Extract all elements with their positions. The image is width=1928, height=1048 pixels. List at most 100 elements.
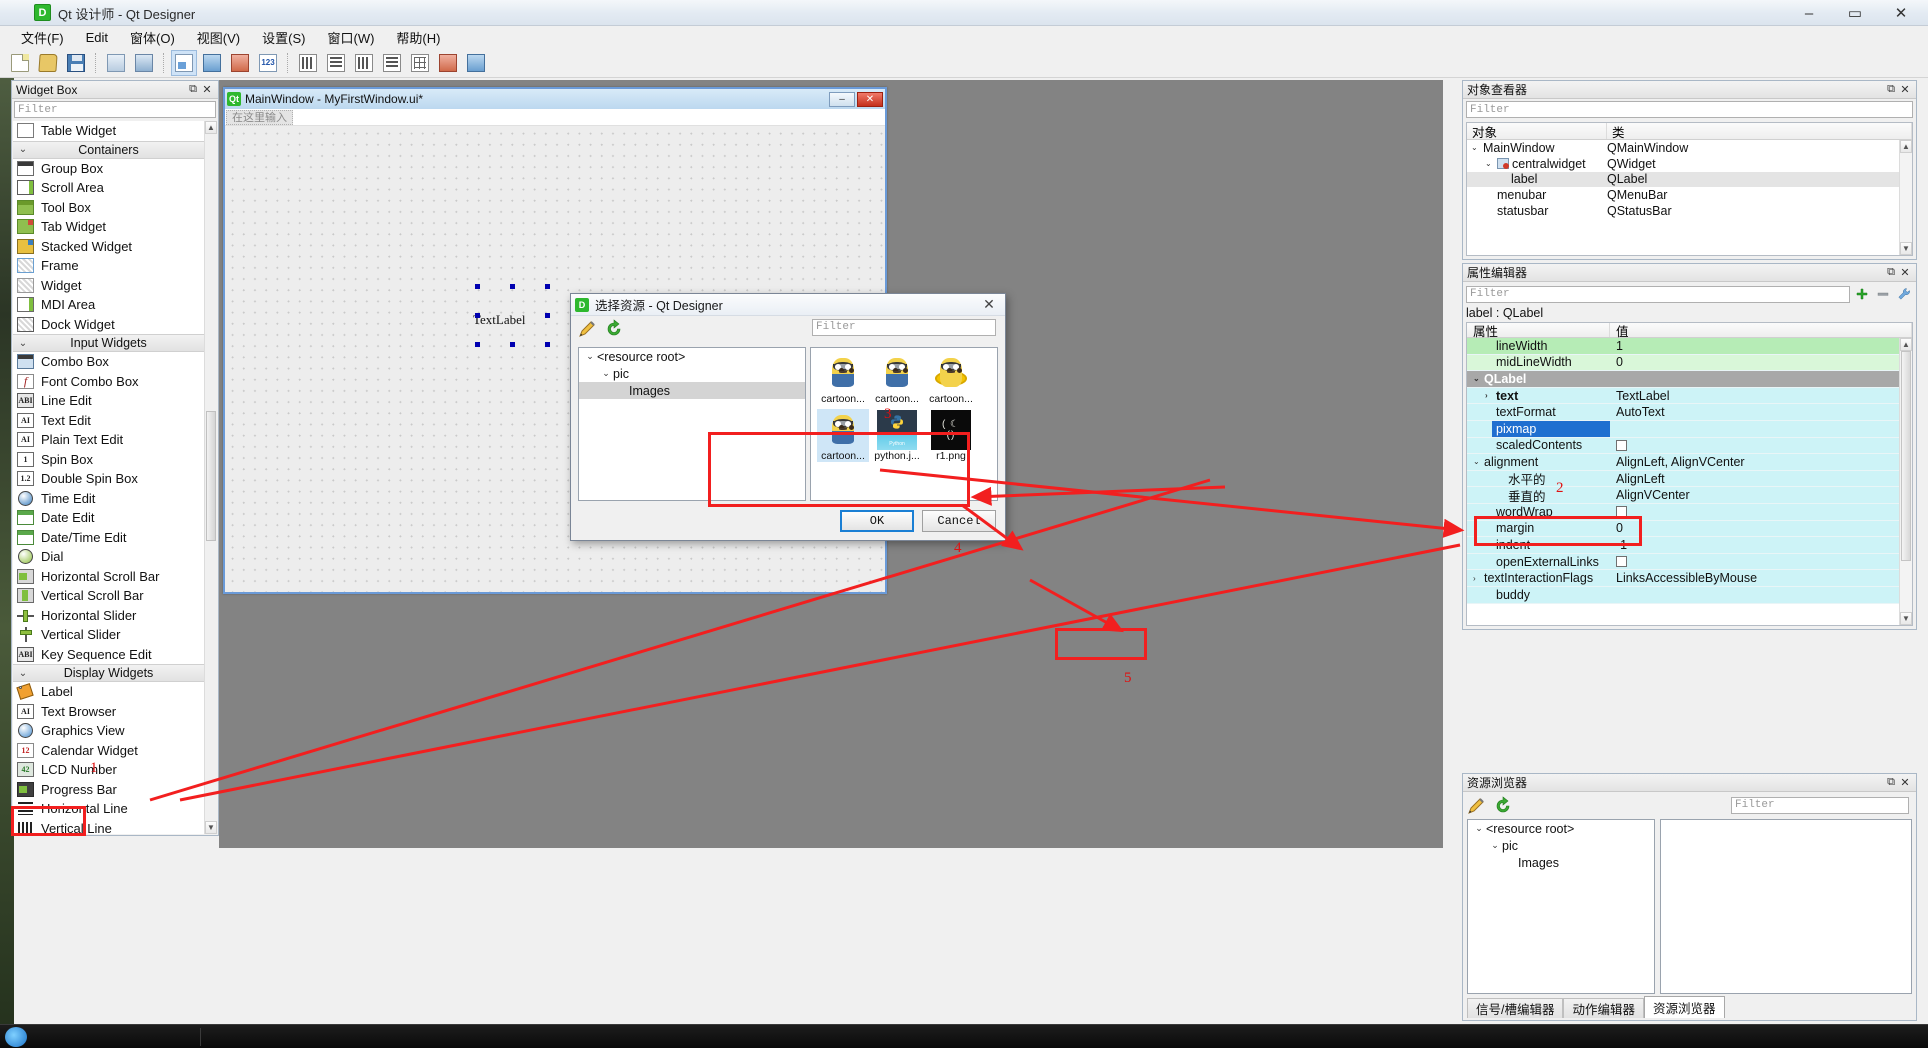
resize-handle-br[interactable] xyxy=(545,342,550,347)
widget-box-item-calendar-widget[interactable]: 12Calendar Widget xyxy=(13,741,204,761)
resource-thumbnail-grid[interactable]: cartoon...cartoon...cartoon...cartoon...… xyxy=(810,347,998,501)
menu-item-6[interactable]: 帮助(H) xyxy=(385,26,451,49)
open-form-button[interactable] xyxy=(35,50,61,76)
property-value[interactable]: 0 xyxy=(1610,355,1912,369)
chevron-icon[interactable]: ⌄ xyxy=(1473,457,1484,466)
resize-handle-bl[interactable] xyxy=(475,342,480,347)
resource-browser-float-button[interactable]: ⧉ xyxy=(1884,776,1898,790)
widget-box-item-horizontal-slider[interactable]: Horizontal Slider xyxy=(13,606,204,626)
maximize-button[interactable]: ▭ xyxy=(1832,1,1878,25)
start-button-icon[interactable] xyxy=(5,1027,27,1047)
resource-thumbnail-1[interactable]: cartoon... xyxy=(871,352,923,405)
redo-button[interactable] xyxy=(131,50,157,76)
scroll-down-icon[interactable]: ▼ xyxy=(205,821,217,834)
menu-item-1[interactable]: Edit xyxy=(75,28,119,47)
property-value[interactable]: AlignLeft, AlignVCenter xyxy=(1610,455,1912,469)
resource-thumbnail-0[interactable]: cartoon... xyxy=(817,352,869,405)
object-inspector-row-MainWindow[interactable]: ⌄MainWindowQMainWindow xyxy=(1467,140,1912,156)
resource-browser-filter-input[interactable]: Filter xyxy=(1731,797,1909,814)
scroll-up-icon[interactable]: ▲ xyxy=(205,121,217,134)
form-minimize-button[interactable]: – xyxy=(829,92,855,107)
dialog-close-button[interactable]: ✕ xyxy=(977,296,1001,313)
widget-box-category-containers[interactable]: ⌄Containers xyxy=(13,141,204,159)
widget-box-item-horizontal-line[interactable]: Horizontal Line xyxy=(13,799,204,819)
property-row-text[interactable]: ›textTextLabel xyxy=(1467,388,1912,405)
resource-tree[interactable]: ⌄<resource root>⌄picImages xyxy=(578,347,806,501)
widget-box-item-plain-text-edit[interactable]: AIPlain Text Edit xyxy=(13,430,204,450)
property-value[interactable]: AlignLeft xyxy=(1610,472,1912,486)
object-inspector-row-menubar[interactable]: menubarQMenuBar xyxy=(1467,187,1912,203)
widget-box-float-button[interactable]: ⧉ xyxy=(186,83,200,97)
property-value[interactable]: 1 xyxy=(1610,339,1912,353)
resource-browser-tab-1[interactable]: 动作编辑器 xyxy=(1563,998,1644,1018)
adjust-size-button[interactable] xyxy=(463,50,489,76)
resource-browser-tree-row-2[interactable]: Images xyxy=(1468,854,1654,871)
widget-box-item-double-spin-box[interactable]: 1.2Double Spin Box xyxy=(13,469,204,489)
widget-box-item-key-sequence-edit[interactable]: ABIKey Sequence Edit xyxy=(13,645,204,665)
widget-box-close-button[interactable]: ✕ xyxy=(200,83,214,97)
resource-browser-tree-row-1[interactable]: ⌄pic xyxy=(1468,837,1654,854)
chevron-down-icon[interactable]: ⌄ xyxy=(583,351,597,362)
widget-box-item-lcd-number[interactable]: 42LCD Number xyxy=(13,760,204,780)
object-inspector-close-button[interactable]: ✕ xyxy=(1898,83,1912,97)
close-button[interactable]: ✕ xyxy=(1878,1,1924,25)
resource-tree-row-1[interactable]: ⌄pic xyxy=(579,365,805,382)
property-row-linewidth[interactable]: lineWidth1 xyxy=(1467,338,1912,355)
chevron-down-icon[interactable]: ⌄ xyxy=(1472,823,1486,834)
form-label-widget[interactable]: TextLabel xyxy=(473,312,526,328)
property-editor-float-button[interactable]: ⧉ xyxy=(1884,266,1898,280)
minimize-button[interactable]: – xyxy=(1786,1,1832,25)
widget-box-scrollbar[interactable]: ▲ ▼ xyxy=(204,121,217,834)
resource-browser-tree-row-0[interactable]: ⌄<resource root> xyxy=(1468,820,1654,837)
object-inspector-filter-input[interactable]: Filter xyxy=(1466,101,1913,118)
widget-box-item-date-edit[interactable]: Date Edit xyxy=(13,508,204,528)
undo-button[interactable] xyxy=(103,50,129,76)
object-inspector-row-statusbar[interactable]: statusbarQStatusBar xyxy=(1467,203,1912,219)
widget-box-item-tool-box[interactable]: Tool Box xyxy=(13,198,204,218)
widget-box-item-date-time-edit[interactable]: Date/Time Edit xyxy=(13,528,204,548)
widget-box-item-vertical-slider[interactable]: Vertical Slider xyxy=(13,625,204,645)
property-row-textformat[interactable]: textFormatAutoText xyxy=(1467,404,1912,421)
widget-box-category-input-widgets[interactable]: ⌄Input Widgets xyxy=(13,334,204,352)
property-row-textinteractionflags[interactable]: ›textInteractionFlagsLinksAccessibleByMo… xyxy=(1467,570,1912,587)
scrollbar-thumb[interactable] xyxy=(1901,351,1911,561)
resize-handle-mr[interactable] xyxy=(545,313,550,318)
resource-thumbnail-2[interactable]: cartoon... xyxy=(925,352,977,405)
save-form-button[interactable] xyxy=(63,50,89,76)
widget-box-item-font-combo-box[interactable]: fFont Combo Box xyxy=(13,372,204,392)
scrollbar-thumb[interactable] xyxy=(206,411,216,541)
property-checkbox[interactable] xyxy=(1616,556,1627,567)
add-plus-icon[interactable] xyxy=(1853,286,1871,303)
widget-box-item-scroll-area[interactable]: Scroll Area xyxy=(13,178,204,198)
scroll-up-icon[interactable]: ▲ xyxy=(1900,140,1912,153)
property-editor-filter-input[interactable]: Filter xyxy=(1466,286,1850,303)
property-row-scaledcontents[interactable]: scaledContents xyxy=(1467,438,1912,455)
widget-box-item-line-edit[interactable]: ABILine Edit xyxy=(13,391,204,411)
resource-thumbnail-5[interactable]: ( ☾ ()r1.png xyxy=(925,409,977,462)
widget-box-item-stacked-widget[interactable]: Stacked Widget xyxy=(13,237,204,257)
reload-refresh-icon[interactable] xyxy=(1493,796,1513,816)
widget-box-item-group-box[interactable]: Group Box xyxy=(13,159,204,179)
object-inspector-row-centralwidget[interactable]: ⌄centralwidgetQWidget xyxy=(1467,156,1912,172)
property-row-qlabel[interactable]: ⌄QLabel xyxy=(1467,371,1912,388)
reload-refresh-icon[interactable] xyxy=(604,319,624,339)
layout-horizontally-button[interactable] xyxy=(295,50,321,76)
form-menu-bar[interactable]: 在这里输入 xyxy=(225,109,885,126)
resource-browser-tab-2[interactable]: 资源浏览器 xyxy=(1644,996,1725,1018)
property-value[interactable]: LinksAccessibleByMouse xyxy=(1610,571,1912,585)
widget-box-item-frame[interactable]: Frame xyxy=(13,256,204,276)
widget-box-item-progress-bar[interactable]: Progress Bar xyxy=(13,780,204,800)
form-close-button[interactable]: ✕ xyxy=(857,92,883,107)
wrench-configure-icon[interactable] xyxy=(1895,286,1913,303)
property-value[interactable]: 0 xyxy=(1610,521,1912,535)
edit-widgets-button[interactable] xyxy=(171,50,197,76)
scroll-down-icon[interactable]: ▼ xyxy=(1900,242,1912,255)
edit-buddies-button[interactable] xyxy=(227,50,253,76)
widget-box-item-label[interactable]: Label xyxy=(13,682,204,702)
property-row-pixmap[interactable]: pixmap...▾↰ xyxy=(1467,421,1912,438)
widget-box-item-horizontal-scroll-bar[interactable]: Horizontal Scroll Bar xyxy=(13,567,204,587)
resource-browser-tree[interactable]: ⌄<resource root>⌄picImages xyxy=(1467,819,1655,994)
pencil-edit-icon[interactable] xyxy=(1466,796,1486,816)
menu-item-4[interactable]: 设置(S) xyxy=(251,26,316,49)
pencil-edit-icon[interactable] xyxy=(577,319,597,339)
